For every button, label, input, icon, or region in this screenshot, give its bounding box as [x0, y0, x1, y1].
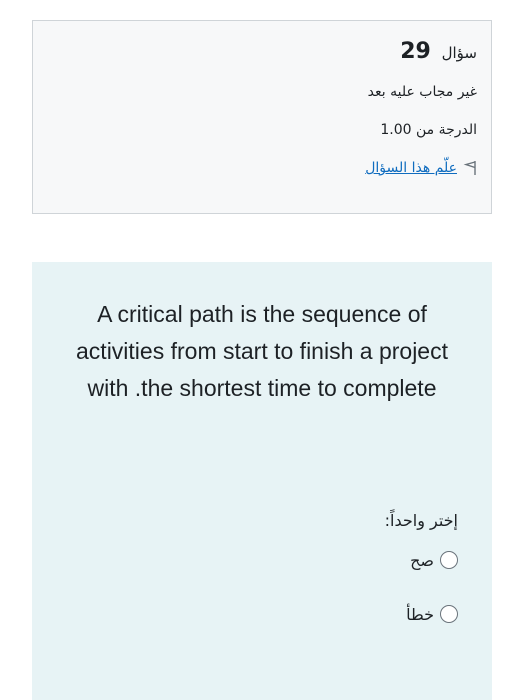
- question-grade: الدرجة من 1.00: [380, 122, 477, 138]
- radio-true[interactable]: [440, 551, 458, 569]
- flag-outline-icon: [463, 160, 477, 176]
- question-content: A critical path is the sequence of activ…: [32, 262, 492, 700]
- answer-prompt: إختر واحداً:: [384, 511, 458, 530]
- question-state: غير مجاب عليه بعد: [367, 84, 477, 100]
- flag-question-link[interactable]: علّم هذا السؤال: [47, 160, 477, 176]
- question-text: A critical path is the sequence of activ…: [76, 301, 448, 401]
- option-true-label[interactable]: صح: [410, 551, 434, 570]
- question-number-value: 29: [400, 39, 431, 64]
- option-true[interactable]: صح: [66, 548, 458, 572]
- radio-false[interactable]: [440, 605, 458, 623]
- question-info-panel: سؤال 29 غير مجاب عليه بعد الدرجة من 1.00…: [32, 20, 492, 214]
- option-false[interactable]: خطأ: [66, 602, 458, 626]
- answer-options: صح خطأ: [66, 548, 458, 626]
- question-number: سؤال 29: [47, 39, 477, 64]
- question-label: سؤال: [441, 44, 477, 62]
- flag-question-label[interactable]: علّم هذا السؤال: [365, 160, 457, 176]
- option-false-label[interactable]: خطأ: [406, 605, 434, 624]
